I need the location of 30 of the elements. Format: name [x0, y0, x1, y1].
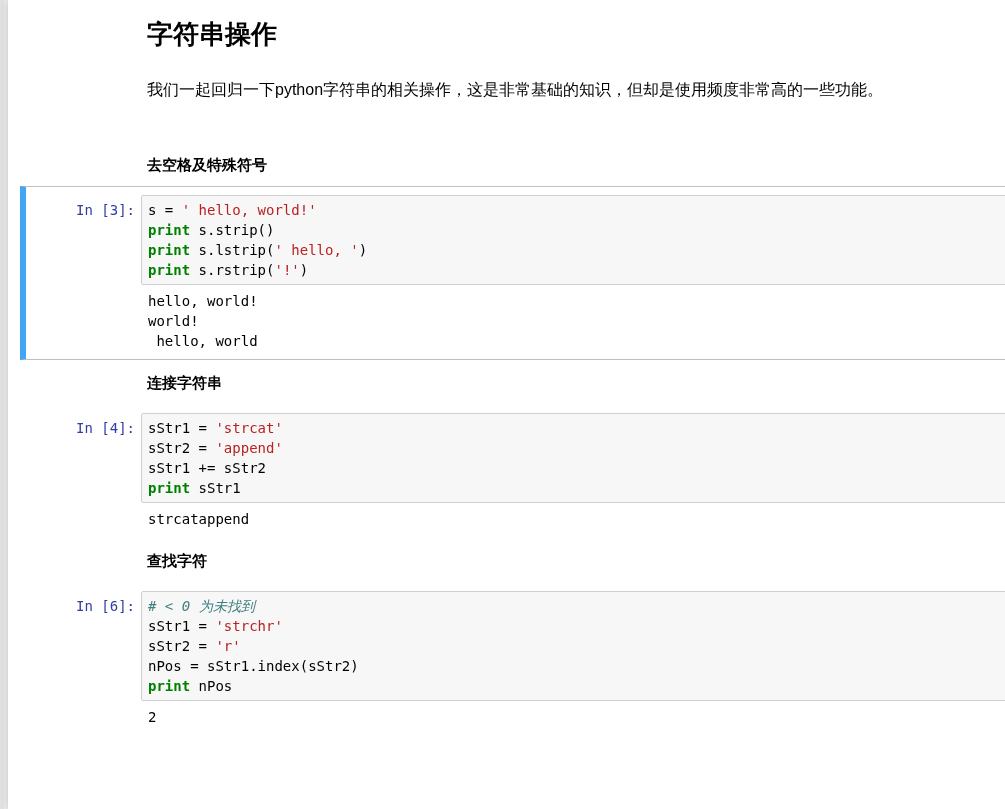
code-cell[interactable]: In [4]: sStr1 = 'strcat' sStr2 = 'append' sStr1 += sStr2 print sStr1 strcatappend: [20, 404, 1005, 538]
code-line: sStr1 += sStr2: [148, 459, 267, 478]
code-line: sStr2 = 'r': [148, 637, 242, 656]
code-line: # < 0 为未找到: [148, 597, 258, 616]
input-prompt: In [3]:: [76, 201, 135, 220]
cell-output: hello, world! world! hello, world: [147, 292, 259, 351]
cell-output: strcatappend: [147, 510, 251, 529]
code-line: print s.rstrip('!'): [148, 261, 310, 280]
code-line: print nPos: [148, 677, 234, 696]
input-prompt: In [6]:: [76, 597, 135, 616]
section-heading: 去空格及特殊符号: [147, 155, 268, 175]
code-input[interactable]: # < 0 为未找到 sStr1 = 'strchr' sStr2 = 'r' nPos = sStr1.index(sStr2) print nPos: [141, 591, 1005, 701]
code-line: nPos = sStr1.index(sStr2): [148, 657, 360, 676]
code-line: print s.strip(): [148, 221, 276, 240]
code-line: sStr1 = 'strchr': [148, 617, 284, 636]
notebook-title: 字符串操作: [147, 18, 278, 51]
code-line: sStr2 = 'append': [148, 439, 284, 458]
input-prompt: In [4]:: [76, 419, 135, 438]
code-input[interactable]: s = ' hello, world!' print s.strip() print s.lstrip(' hello, ') print s.rstrip('!'): [141, 195, 1005, 285]
paragraph: 我们一起回归一下python字符串的相关操作，这是非常基础的知识，但却是使用频度非常高的一些功能。: [147, 80, 885, 100]
section-heading: 查找字符: [147, 551, 208, 571]
code-input[interactable]: sStr1 = 'strcat' sStr2 = 'append' sStr1 += sStr2 print sStr1: [141, 413, 1005, 503]
section-heading: 连接字符串: [147, 373, 223, 393]
code-line: s = ' hello, world!': [148, 201, 318, 220]
code-cell[interactable]: In [6]: # < 0 为未找到 sStr1 = 'strchr' sStr2 = 'r' nPos = sStr1.index(sStr2) print nPos 2: [20, 582, 1005, 736]
code-line: sStr1 = 'strcat': [148, 419, 284, 438]
code-line: print sStr1: [148, 479, 242, 498]
code-line: print s.lstrip(' hello, '): [148, 241, 369, 260]
code-cell[interactable]: In [3]: s = ' hello, world!' print s.strip() print s.lstrip(' hello, ') print s.rstrip('!') hello, world! world! hello, world: [20, 186, 1005, 360]
cell-output: 2: [147, 708, 158, 727]
